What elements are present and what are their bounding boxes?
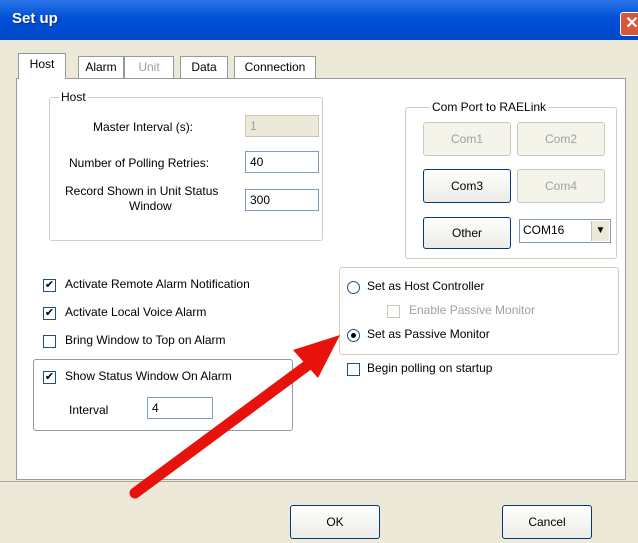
tab-host-label: Host: [29, 57, 55, 71]
tab-host[interactable]: Host: [18, 53, 66, 79]
annotation-arrow-icon: [129, 335, 340, 499]
